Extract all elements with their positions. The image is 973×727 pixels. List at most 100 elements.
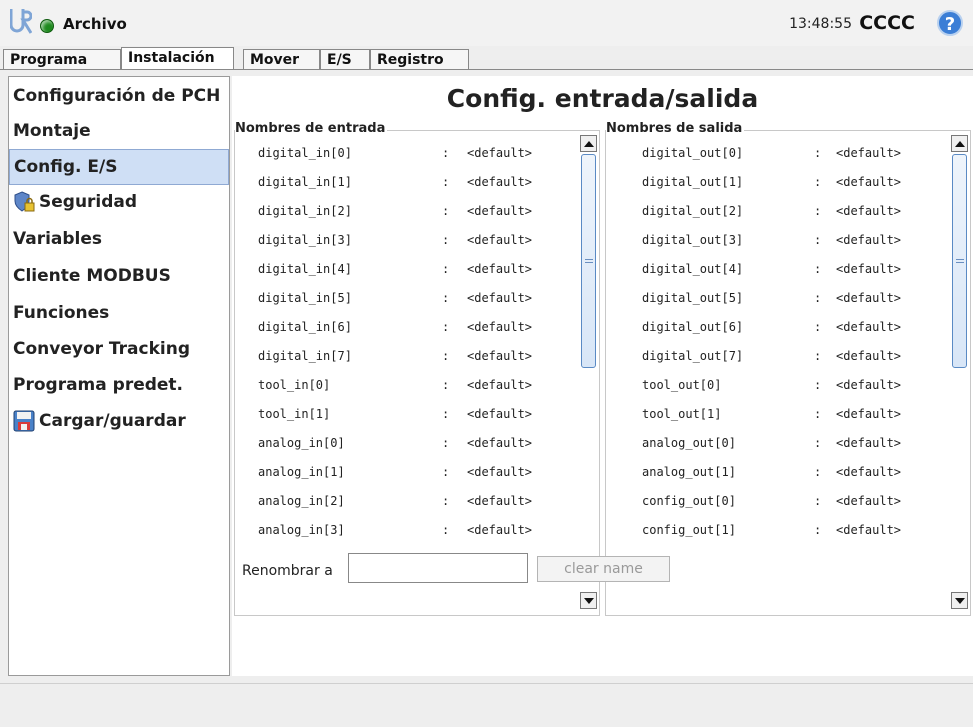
list-row[interactable]: analog_in[3]: <default>: [235, 516, 579, 545]
io-value: <default>: [467, 146, 533, 160]
rename-input[interactable]: [348, 553, 528, 583]
tab-programa[interactable]: Programa: [3, 49, 121, 69]
grip-icon: [585, 259, 593, 260]
output-scrollbar[interactable]: [951, 135, 968, 609]
scroll-thumb[interactable]: [952, 154, 967, 368]
list-row[interactable]: digital_in[6]: <default>: [235, 313, 579, 342]
group-label: Nombres de salida: [606, 121, 745, 136]
scroll-up-button[interactable]: [580, 135, 597, 152]
row-separator: :: [442, 262, 450, 276]
file-menu[interactable]: Archivo: [63, 15, 127, 33]
io-name: digital_in[2]: [258, 204, 352, 218]
status-dot-icon[interactable]: [40, 19, 54, 33]
list-row[interactable]: config_out[0]: <default>: [606, 487, 950, 516]
scroll-down-button[interactable]: [951, 592, 968, 609]
io-value: <default>: [836, 523, 902, 537]
tabs-divider: [0, 69, 973, 70]
sidebar-item-programa-predet[interactable]: Programa predet.: [9, 368, 229, 402]
io-value: <default>: [467, 320, 533, 334]
grip-icon: [585, 262, 593, 263]
io-value: <default>: [467, 204, 533, 218]
io-value: <default>: [467, 465, 533, 479]
help-icon[interactable]: ?: [937, 10, 963, 36]
list-row[interactable]: digital_out[7]: <default>: [606, 342, 950, 371]
list-row[interactable]: digital_in[4]: <default>: [235, 255, 579, 284]
list-row[interactable]: config_out[1]: <default>: [606, 516, 950, 545]
sidebar-item-variables[interactable]: Variables: [9, 222, 229, 256]
list-row[interactable]: tool_out[1]: <default>: [606, 400, 950, 429]
io-name: digital_out[1]: [642, 175, 744, 189]
list-row[interactable]: digital_in[3]: <default>: [235, 226, 579, 255]
tab-registro[interactable]: Registro: [370, 49, 469, 69]
list-row[interactable]: analog_out[0]: <default>: [606, 429, 950, 458]
row-separator: :: [442, 407, 450, 421]
list-row[interactable]: digital_out[4]: <default>: [606, 255, 950, 284]
list-row[interactable]: analog_out[1]: <default>: [606, 458, 950, 487]
io-name: analog_in[0]: [258, 436, 345, 450]
ur-logo-icon: [10, 9, 32, 34]
scroll-track[interactable]: [951, 153, 968, 591]
footer-divider: [0, 683, 973, 684]
list-row[interactable]: analog_in[0]: <default>: [235, 429, 579, 458]
list-row[interactable]: digital_in[5]: <default>: [235, 284, 579, 313]
sidebar-item-seguridad[interactable]: Seguridad: [9, 185, 229, 219]
sidebar-item-modbus[interactable]: Cliente MODBUS: [9, 259, 229, 293]
list-row[interactable]: tool_out[0]: <default>: [606, 371, 950, 400]
io-value: <default>: [467, 523, 533, 537]
list-row[interactable]: tool_in[0]: <default>: [235, 371, 579, 400]
io-value: <default>: [836, 436, 902, 450]
list-row[interactable]: digital_in[1]: <default>: [235, 168, 579, 197]
sidebar-item-funciones[interactable]: Funciones: [9, 296, 229, 330]
tab-es[interactable]: E/S: [320, 49, 370, 69]
list-row[interactable]: digital_out[2]: <default>: [606, 197, 950, 226]
tab-instalacion[interactable]: Instalación: [121, 47, 234, 70]
sidebar-item-conveyor[interactable]: Conveyor Tracking: [9, 332, 229, 366]
scroll-up-button[interactable]: [951, 135, 968, 152]
group-label: Nombres de entrada: [235, 121, 388, 136]
list-row[interactable]: digital_out[1]: <default>: [606, 168, 950, 197]
row-separator: :: [814, 291, 822, 305]
scroll-thumb[interactable]: [581, 154, 596, 368]
io-name: digital_out[6]: [642, 320, 744, 334]
list-row[interactable]: digital_out[3]: <default>: [606, 226, 950, 255]
row-separator: :: [814, 349, 822, 363]
clear-name-button[interactable]: clear name: [537, 556, 670, 582]
tab-mover[interactable]: Mover: [243, 49, 320, 69]
list-row[interactable]: digital_out[6]: <default>: [606, 313, 950, 342]
list-row[interactable]: digital_out[0]: <default>: [606, 139, 950, 168]
scroll-down-button[interactable]: [580, 592, 597, 609]
arrow-up-icon: [955, 141, 965, 147]
io-name: analog_in[3]: [258, 523, 345, 537]
io-value: <default>: [467, 494, 533, 508]
row-separator: :: [814, 175, 822, 189]
row-separator: :: [814, 494, 822, 508]
list-row[interactable]: digital_in[0]: <default>: [235, 139, 579, 168]
row-separator: :: [814, 204, 822, 218]
io-value: <default>: [836, 494, 902, 508]
list-row[interactable]: digital_out[5]: <default>: [606, 284, 950, 313]
io-name: analog_in[1]: [258, 465, 345, 479]
scroll-track[interactable]: [580, 153, 597, 591]
sidebar-item-cargar-guardar[interactable]: Cargar/guardar: [9, 404, 229, 438]
list-row[interactable]: digital_in[7]: <default>: [235, 342, 579, 371]
list-row[interactable]: analog_in[2]: <default>: [235, 487, 579, 516]
io-name: tool_in[1]: [258, 407, 331, 421]
installation-sidebar: Configuración de PCH Montaje Config. E/S…: [8, 76, 230, 676]
list-row[interactable]: digital_in[2]: <default>: [235, 197, 579, 226]
list-row[interactable]: tool_in[1]: <default>: [235, 400, 579, 429]
row-separator: :: [814, 378, 822, 392]
sidebar-item-label: Cargar/guardar: [39, 411, 186, 431]
input-scrollbar[interactable]: [580, 135, 597, 609]
sidebar-item-pch[interactable]: Configuración de PCH: [9, 79, 229, 113]
row-separator: :: [442, 436, 450, 450]
io-value: <default>: [467, 436, 533, 450]
sidebar-item-config-es[interactable]: Config. E/S: [9, 149, 229, 185]
list-row[interactable]: analog_in[1]: <default>: [235, 458, 579, 487]
row-separator: :: [442, 146, 450, 160]
rename-label: Renombrar a: [242, 563, 333, 579]
row-separator: :: [442, 349, 450, 363]
sidebar-item-montaje[interactable]: Montaje: [9, 114, 229, 148]
row-separator: :: [814, 436, 822, 450]
grip-icon: [956, 262, 964, 263]
io-value: <default>: [467, 262, 533, 276]
